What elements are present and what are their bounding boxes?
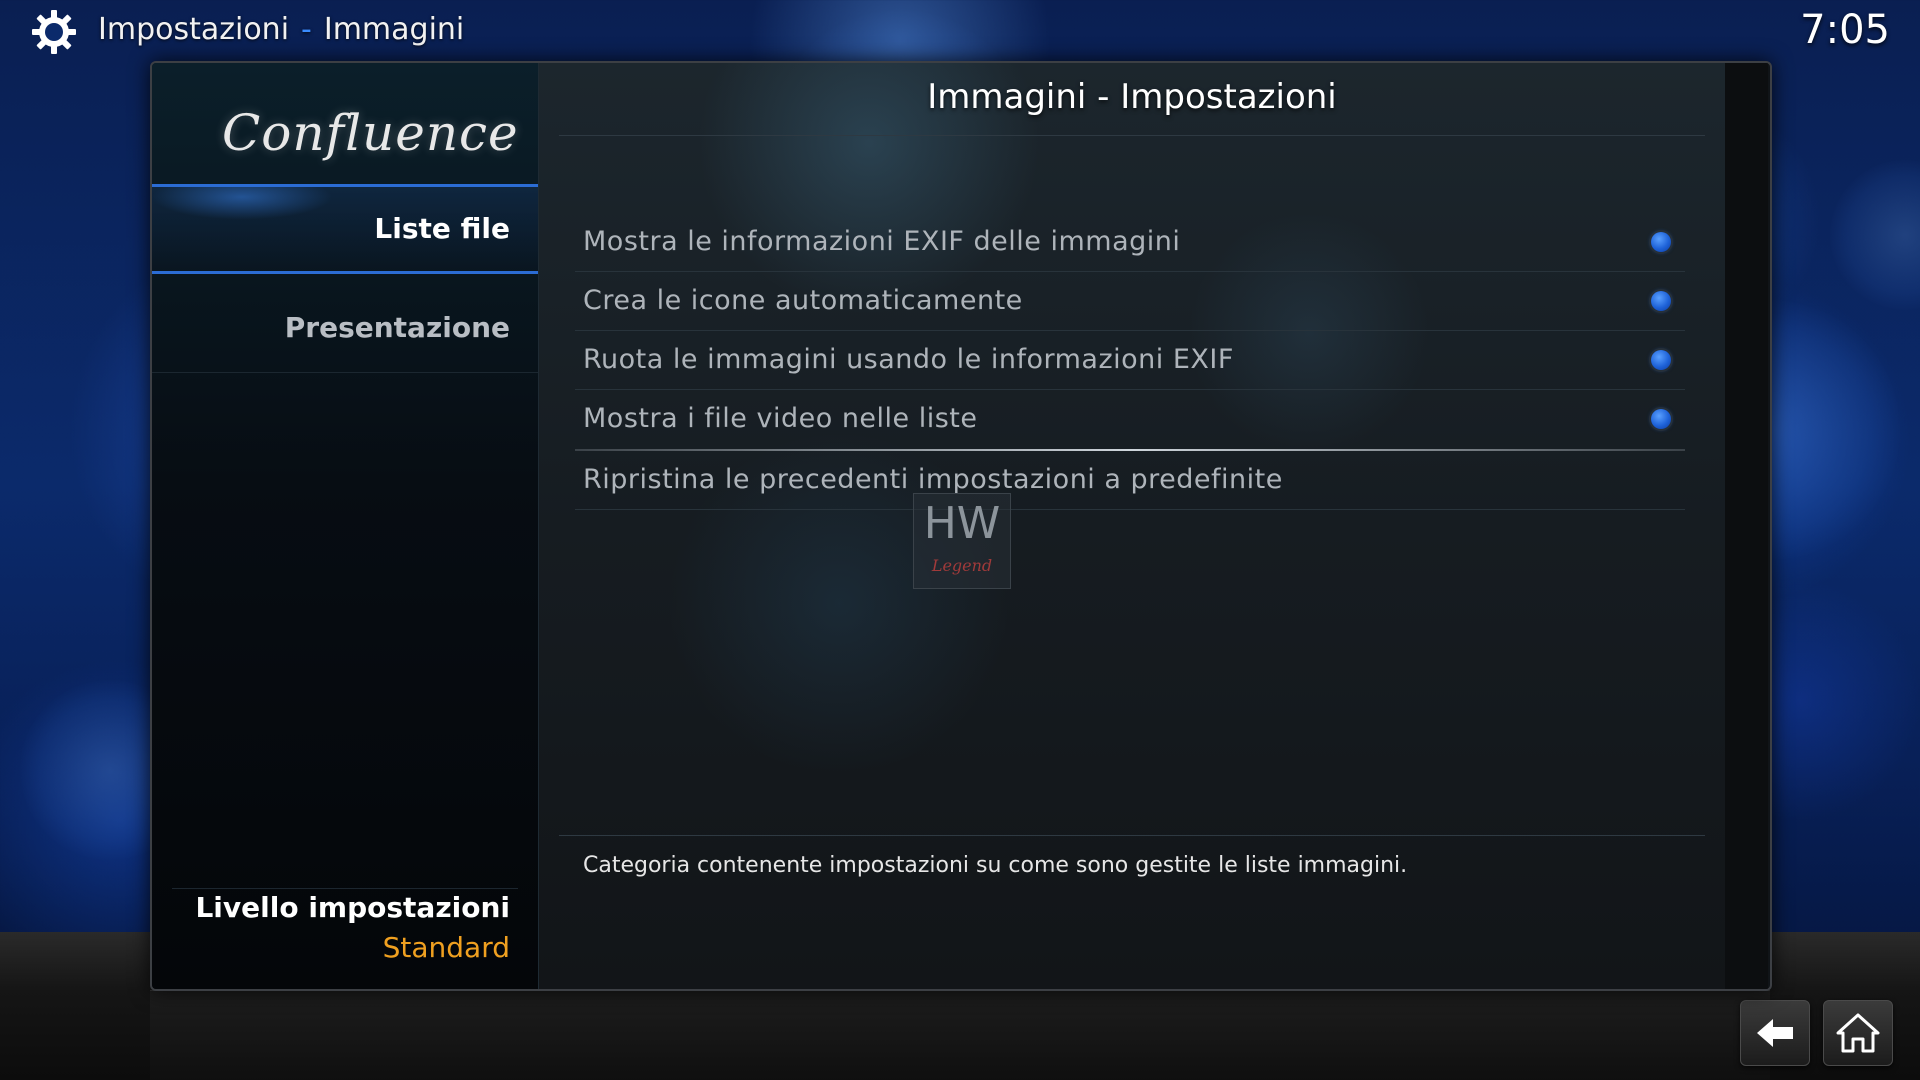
setting-row-show-videos[interactable]: Mostra i file video nelle liste (575, 390, 1685, 448)
bottom-strip (150, 990, 1770, 1080)
toggle-on-indicator[interactable] (1651, 291, 1671, 311)
settings-level-label[interactable]: Livello impostazioni (152, 891, 510, 924)
setting-label: Ruota le immagini usando le informazioni… (583, 344, 1234, 375)
top-bar: Impostazioni - Immagini 7:05 (0, 0, 1920, 62)
dialog-title: Immagini - Impostazioni (927, 77, 1337, 117)
breadcrumb-separator: - (301, 12, 312, 47)
toggle-on-indicator[interactable] (1651, 232, 1671, 252)
divider (559, 835, 1705, 836)
toggle-on-indicator[interactable] (1651, 350, 1671, 370)
breadcrumb: Impostazioni - Immagini (98, 10, 464, 50)
setting-row-auto-thumbnails[interactable]: Crea le icone automaticamente (575, 272, 1685, 331)
breadcrumb-section: Impostazioni (98, 12, 290, 47)
clock: 7:05 (1800, 7, 1890, 53)
setting-label: Crea le icone automaticamente (583, 285, 1023, 316)
background-bubble (1830, 160, 1920, 310)
watermark-logo: HW Legend (913, 493, 1011, 589)
divider (172, 888, 518, 889)
gear-icon (32, 10, 76, 54)
setting-label: Mostra i file video nelle liste (583, 403, 978, 434)
settings-dialog: Confluence Liste file Presentazione Live… (150, 61, 1772, 991)
dialog-edge (1725, 63, 1768, 989)
back-arrow-icon (1757, 1019, 1793, 1047)
sidebar-item-presentazione[interactable]: Presentazione (152, 283, 538, 373)
back-button[interactable] (1740, 1000, 1810, 1066)
settings-content: Immagini - Impostazioni Mostra le inform… (539, 63, 1725, 989)
reset-defaults-button[interactable]: Ripristina le precedenti impostazioni a … (575, 451, 1685, 510)
settings-level-value[interactable]: Standard (152, 931, 510, 964)
sidebar-item-liste-file[interactable]: Liste file (152, 184, 538, 274)
home-icon (1836, 1013, 1880, 1053)
home-button[interactable] (1823, 1000, 1893, 1066)
watermark-text: HW (923, 498, 1001, 549)
divider (559, 135, 1705, 136)
setting-row-exif-info[interactable]: Mostra le informazioni EXIF delle immagi… (575, 213, 1685, 272)
setting-label: Mostra le informazioni EXIF delle immagi… (583, 226, 1181, 257)
sidebar: Confluence Liste file Presentazione Live… (152, 63, 539, 989)
watermark-subtext: Legend (931, 556, 993, 575)
breadcrumb-page: Immagini (323, 12, 465, 47)
toggle-on-indicator[interactable] (1651, 409, 1671, 429)
setting-row-exif-rotate[interactable]: Ruota le immagini usando le informazioni… (575, 331, 1685, 390)
category-description: Categoria contenente impostazioni su com… (583, 853, 1408, 878)
confluence-logo: Confluence (222, 104, 519, 162)
